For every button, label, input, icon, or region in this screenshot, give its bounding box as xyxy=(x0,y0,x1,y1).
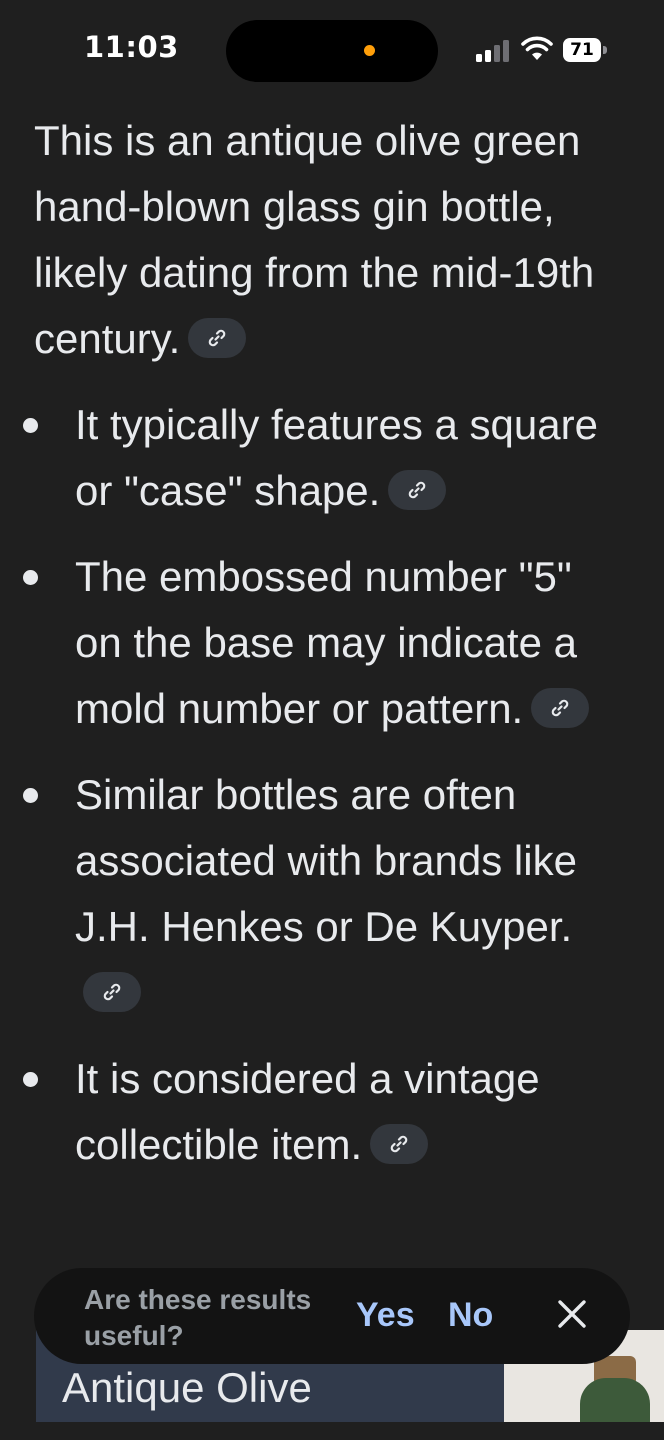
citation-chip[interactable] xyxy=(83,971,141,1012)
bullet-text: It typically features a square or "case"… xyxy=(75,401,598,514)
bullet-list: It typically features a square or "case"… xyxy=(0,392,664,1178)
intro-text: This is an antique olive green hand-blow… xyxy=(34,117,595,362)
ai-overview-content: This is an antique olive green hand-blow… xyxy=(0,108,664,1178)
feedback-yes-button[interactable]: Yes xyxy=(356,1296,415,1335)
status-bar: 11:03 71 xyxy=(0,0,664,100)
citation-chip[interactable] xyxy=(370,1123,429,1164)
list-item: The embossed number "5" on the base may … xyxy=(0,544,664,742)
battery-level: 71 xyxy=(563,38,601,62)
cellular-signal-icon xyxy=(476,40,510,62)
bottle-image xyxy=(580,1378,650,1422)
battery-icon: 71 xyxy=(563,38,609,62)
feedback-no-button[interactable]: No xyxy=(448,1296,493,1335)
feedback-question: Are these results useful? xyxy=(84,1284,312,1351)
link-icon xyxy=(409,481,426,499)
bullet-point xyxy=(23,1072,38,1087)
list-item: It typically features a square or "case"… xyxy=(0,392,664,524)
link-icon xyxy=(551,699,569,717)
link-icon xyxy=(103,983,121,1001)
privacy-indicator-dot xyxy=(364,45,375,56)
link-icon xyxy=(209,329,226,347)
bullet-text: The embossed number "5" on the base may … xyxy=(75,553,577,732)
intro-paragraph: This is an antique olive green hand-blow… xyxy=(0,108,664,372)
dynamic-island xyxy=(226,20,438,82)
list-item: It is considered a vintage collectible i… xyxy=(0,1046,664,1178)
citation-chip[interactable] xyxy=(388,469,447,510)
wifi-icon xyxy=(521,36,553,60)
feedback-banner: Are these results useful? Yes No xyxy=(34,1268,630,1364)
bullet-point xyxy=(23,418,38,433)
close-icon[interactable] xyxy=(556,1298,588,1330)
citation-chip[interactable] xyxy=(531,687,590,728)
result-card-title: Antique Olive xyxy=(62,1364,312,1411)
link-icon xyxy=(390,1135,408,1153)
bullet-point xyxy=(23,570,38,585)
bullet-text: It is considered a vintage collectible i… xyxy=(75,1055,540,1168)
citation-chip[interactable] xyxy=(188,317,247,358)
bottom-edge xyxy=(0,1422,664,1440)
bullet-point xyxy=(23,788,38,803)
list-item: Similar bottles are often associated wit… xyxy=(0,762,664,1026)
status-time: 11:03 xyxy=(84,30,179,64)
bullet-text: Similar bottles are often associated wit… xyxy=(75,771,577,950)
